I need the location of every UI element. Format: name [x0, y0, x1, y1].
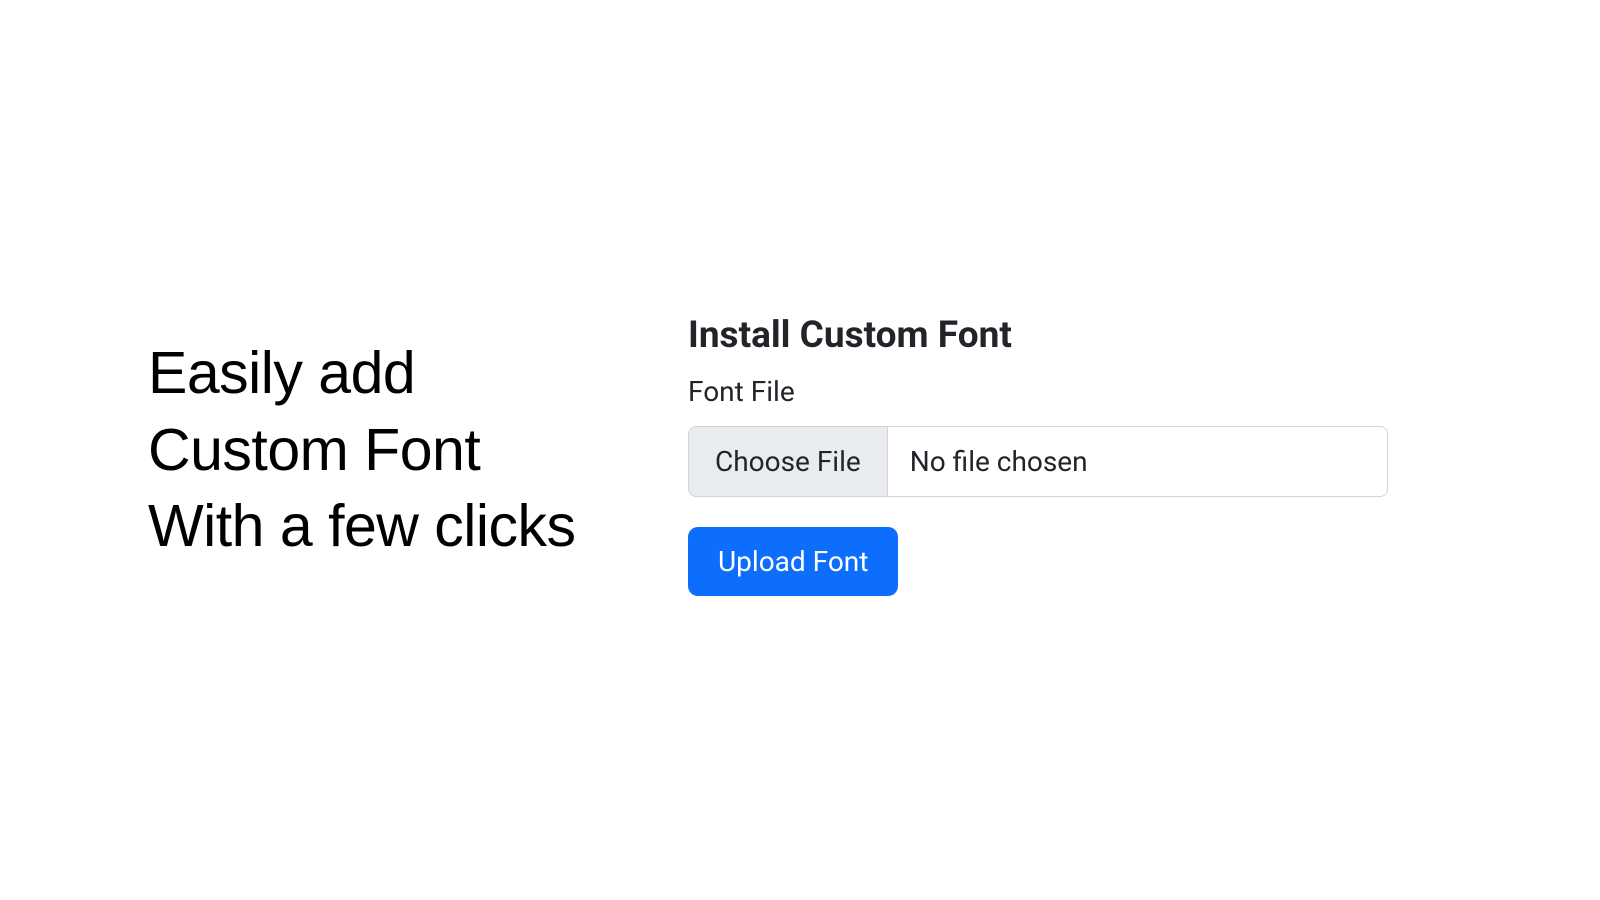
choose-file-button[interactable]: Choose File: [689, 427, 888, 496]
form-section: Install Custom Font Font File Choose Fil…: [628, 304, 1600, 596]
file-picker[interactable]: Choose File No file chosen: [688, 426, 1388, 497]
headline: Easily add Custom Font With a few clicks: [148, 335, 628, 565]
headline-line-2: Custom Font: [148, 412, 628, 489]
file-picker-status: No file chosen: [888, 427, 1387, 496]
file-field-label: Font File: [688, 375, 1600, 408]
upload-font-button[interactable]: Upload Font: [688, 527, 898, 596]
headline-line-3: With a few clicks: [148, 488, 628, 565]
headline-section: Easily add Custom Font With a few clicks: [148, 335, 628, 565]
form-title: Install Custom Font: [688, 314, 1600, 357]
headline-line-1: Easily add: [148, 335, 628, 412]
